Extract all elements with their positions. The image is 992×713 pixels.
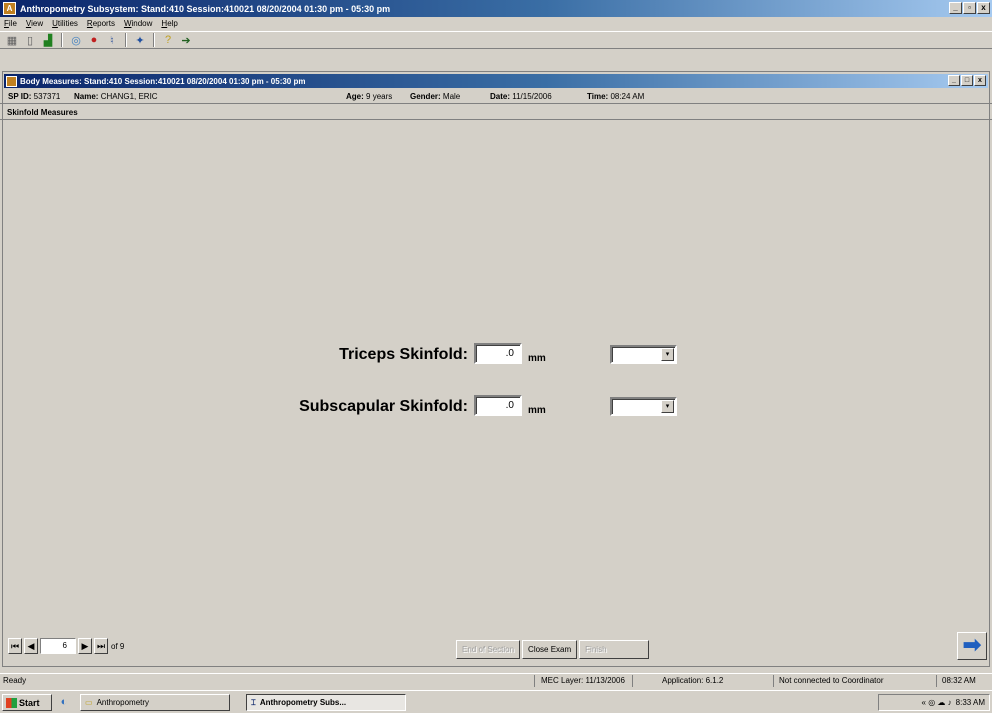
status-time: 08:32 AM xyxy=(942,676,976,685)
next-record-icon[interactable]: ▶ xyxy=(78,638,92,654)
taskbar-item-anthropometry-subsystem[interactable]: ⌶ Anthropometry Subs... xyxy=(246,694,406,711)
taskbar: Start ◐ ▭ Anthropometry ⌶ Anthropometry … xyxy=(0,690,992,713)
date-value: 11/15/2006 xyxy=(512,92,552,101)
windows-flag-icon xyxy=(6,697,17,708)
bottom-button-group: End of Section Close Exam Finish xyxy=(456,640,650,659)
tray-clock: 8:33 AM xyxy=(955,698,985,707)
toolbar-globe-icon[interactable]: ◎ xyxy=(68,33,84,48)
chevron-down-icon[interactable]: ▾ xyxy=(661,400,674,413)
subscapular-unit: mm xyxy=(528,405,546,416)
close-exam-button[interactable]: Close Exam xyxy=(522,640,578,659)
menu-utilities[interactable]: Utilities xyxy=(52,19,78,28)
subscapular-label: Subscapular Skinfold: xyxy=(299,398,468,415)
toolbar-help-icon[interactable]: ? xyxy=(160,33,176,48)
gender-value: Male xyxy=(442,92,461,101)
child-minimize-button[interactable]: _ xyxy=(948,75,960,86)
record-count: of 9 xyxy=(111,641,125,651)
first-record-icon[interactable]: ⏮ xyxy=(8,638,22,654)
app-icon: ⌶ xyxy=(251,697,256,707)
time-value: 08:24 AM xyxy=(610,92,645,101)
section-title: Skinfold Measures xyxy=(0,106,992,120)
record-number-input[interactable]: 6 xyxy=(40,638,76,654)
status-bar: Ready MEC Layer: 11/13/2006 Application:… xyxy=(0,673,992,688)
tray-icons[interactable]: « ◎ ☁ ♪ xyxy=(922,698,952,707)
menu-window[interactable]: Window xyxy=(124,19,152,28)
triceps-label: Triceps Skinfold: xyxy=(339,346,468,363)
child-window-frame xyxy=(2,71,990,667)
age-label: Age: xyxy=(346,92,364,101)
status-divider xyxy=(773,675,774,687)
child-title-bar: Body Measures: Stand:410 Session:410021 … xyxy=(4,74,988,88)
triceps-select[interactable]: ▾ xyxy=(610,345,677,364)
next-arrow-icon[interactable]: ➡ xyxy=(957,632,987,660)
close-button[interactable]: x xyxy=(977,2,990,14)
toolbar-grid-icon[interactable]: ▦ xyxy=(4,33,20,48)
app-title-bar: A Anthropometry Subsystem: Stand:410 Ses… xyxy=(0,0,992,17)
status-divider xyxy=(936,675,937,687)
name-label: Name: xyxy=(74,92,99,101)
toolbar-tools-icon[interactable]: ♮ xyxy=(104,33,120,48)
taskbar-item-anthropometry[interactable]: ▭ Anthropometry xyxy=(80,694,230,711)
participant-info: SP ID: 537371 Name: CHANG1, ERIC Age: 9 … xyxy=(0,90,992,104)
sp-id-value: 537371 xyxy=(33,92,61,101)
toolbar: ▦ ▯ ▟ ◎ ● ♮ ✦ ? ➔ xyxy=(0,31,992,49)
end-of-section-button[interactable]: End of Section xyxy=(456,640,521,659)
restore-button[interactable]: ▫ xyxy=(963,2,976,14)
toolbar-separator xyxy=(153,33,155,47)
status-divider xyxy=(632,675,633,687)
taskbar-item-label: Anthropometry xyxy=(96,698,150,707)
toolbar-chart-icon[interactable]: ▟ xyxy=(40,33,56,48)
toolbar-stop-icon[interactable]: ● xyxy=(86,33,102,48)
child-window-icon xyxy=(6,75,17,87)
quicklaunch-ie-icon[interactable]: ◐ xyxy=(56,694,72,710)
toolbar-person-icon[interactable]: ✦ xyxy=(132,33,148,48)
menu-help[interactable]: Help xyxy=(161,19,177,28)
start-label: Start xyxy=(19,697,40,708)
toolbar-new-icon[interactable]: ▯ xyxy=(22,33,38,48)
child-maximize-button[interactable]: □ xyxy=(961,75,973,86)
status-divider xyxy=(534,675,535,687)
triceps-input[interactable]: .0 xyxy=(474,343,522,364)
status-application: Application: 6.1.2 xyxy=(662,676,724,685)
age-value: 9 years xyxy=(366,92,393,101)
gender-label: Gender: xyxy=(410,92,441,101)
start-button[interactable]: Start xyxy=(2,694,52,711)
record-navigator: ⏮ ◀ 6 ▶ ⏭ of 9 xyxy=(8,634,124,658)
minimize-button[interactable]: _ xyxy=(949,2,962,14)
subscapular-input[interactable]: .0 xyxy=(474,395,522,416)
name-value: CHANG1, ERIC xyxy=(100,92,158,101)
chevron-down-icon[interactable]: ▾ xyxy=(661,348,674,361)
app-icon: A xyxy=(3,2,16,15)
menu-file[interactable]: File xyxy=(4,19,17,28)
app-title: Anthropometry Subsystem: Stand:410 Sessi… xyxy=(20,3,391,14)
previous-record-icon[interactable]: ◀ xyxy=(24,638,38,654)
finish-button[interactable]: Finish xyxy=(579,640,650,659)
last-record-icon[interactable]: ⏭ xyxy=(94,638,108,654)
menu-bar: File View Utilities Reports Window Help xyxy=(0,17,992,30)
child-title: Body Measures: Stand:410 Session:410021 … xyxy=(20,76,306,86)
toolbar-exit-icon[interactable]: ➔ xyxy=(178,33,194,48)
folder-icon: ▭ xyxy=(85,698,93,707)
triceps-unit: mm xyxy=(528,353,546,364)
system-tray: « ◎ ☁ ♪ 8:33 AM xyxy=(878,694,990,711)
menu-reports[interactable]: Reports xyxy=(87,19,115,28)
child-close-button[interactable]: x xyxy=(974,75,986,86)
toolbar-separator xyxy=(61,33,63,47)
time-label: Time: xyxy=(587,92,609,101)
date-label: Date: xyxy=(490,92,511,101)
taskbar-item-label: Anthropometry Subs... xyxy=(259,698,347,707)
status-ready: Ready xyxy=(3,676,27,685)
status-mec-layer: MEC Layer: 11/13/2006 xyxy=(541,676,625,685)
sp-id-label: SP ID: xyxy=(8,92,32,101)
menu-view[interactable]: View xyxy=(26,19,43,28)
subscapular-select[interactable]: ▾ xyxy=(610,397,677,416)
status-connection: Not connected to Coordinator xyxy=(779,676,884,685)
toolbar-separator xyxy=(125,33,127,47)
